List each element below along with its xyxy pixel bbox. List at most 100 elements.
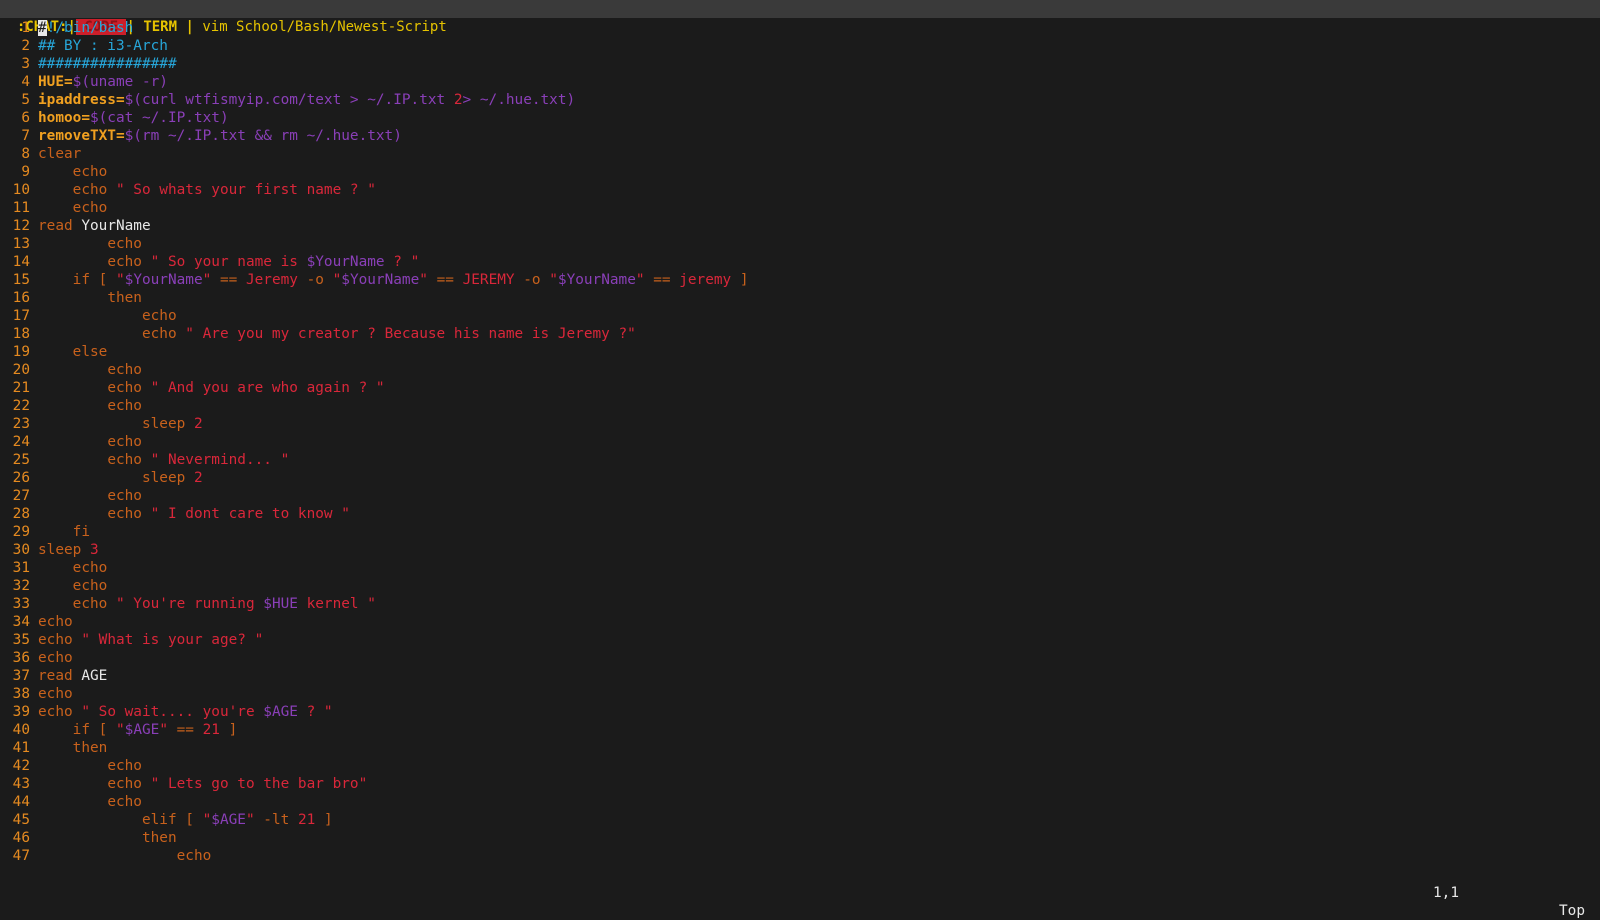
code-line[interactable]: 39 echo " So wait.... you're $AGE ? "	[0, 703, 1600, 721]
code-line[interactable]: 43 echo " Lets go to the bar bro"	[0, 775, 1600, 793]
code-token: " And you are who again ? "	[150, 380, 385, 396]
code-token: " Lets go to the bar bro"	[150, 776, 368, 792]
code-line[interactable]: 16 then	[0, 289, 1600, 307]
code-token: Jeremy	[245, 272, 298, 288]
code-line[interactable]: 47 echo	[0, 847, 1600, 865]
line-number: 25	[12, 452, 30, 468]
code-line[interactable]: 36 echo	[0, 649, 1600, 667]
code-token: echo	[176, 848, 212, 864]
code-token: sleep	[141, 416, 194, 432]
code-line[interactable]: 26 sleep 2	[0, 469, 1600, 487]
code-token: !/bin/bash	[46, 20, 134, 36]
code-line[interactable]: 31 echo	[0, 559, 1600, 577]
code-line[interactable]: 6 homoo=$(cat ~/.IP.txt)	[0, 109, 1600, 127]
code-token: " Nevermind... "	[150, 452, 290, 468]
code-line[interactable]: 1 #!/bin/bash	[0, 19, 1600, 37]
code-text: homoo=$(cat ~/.IP.txt)	[38, 110, 229, 126]
code-token: $HUE	[263, 596, 298, 612]
line-number: 16	[12, 290, 30, 306]
code-line[interactable]: 38 echo	[0, 685, 1600, 703]
code-line[interactable]: 28 echo " I dont care to know "	[0, 505, 1600, 523]
code-line[interactable]: 24 echo	[0, 433, 1600, 451]
code-token: "	[202, 272, 212, 288]
code-text: echo " Lets go to the bar bro"	[38, 776, 367, 792]
line-number: 29	[12, 524, 30, 540]
code-line[interactable]: 3 ################	[0, 55, 1600, 73]
code-line[interactable]: 35 echo " What is your age? "	[0, 631, 1600, 649]
code-token: echo	[38, 632, 82, 648]
code-line[interactable]: 18 echo " Are you my creator ? Because h…	[0, 325, 1600, 343]
code-token: jeremy	[679, 272, 732, 288]
code-line[interactable]: 23 sleep 2	[0, 415, 1600, 433]
code-line[interactable]: 21 echo " And you are who again ? "	[0, 379, 1600, 397]
vim-editor-buffer[interactable]: 1 #!/bin/bash 2 ## BY : i3-Arch 3 ###########…	[0, 19, 1600, 871]
line-number: 44	[12, 794, 30, 810]
code-token: $AGE	[263, 704, 298, 720]
code-token: echo	[38, 686, 73, 702]
code-token: " You're running	[115, 596, 264, 612]
code-token: "	[202, 812, 212, 828]
code-line[interactable]: 30 sleep 3	[0, 541, 1600, 559]
code-line[interactable]: 20 echo	[0, 361, 1600, 379]
code-line[interactable]: 29 fi	[0, 523, 1600, 541]
code-line[interactable]: 2 ## BY : i3-Arch	[0, 37, 1600, 55]
code-line[interactable]: 7 removeTXT=$(rm ~/.IP.txt && rm ~/.hue.t…	[0, 127, 1600, 145]
code-text: elif [ "$AGE" -lt 21 ]	[38, 812, 333, 828]
code-line[interactable]: 8 clear	[0, 145, 1600, 163]
code-line[interactable]: 46 then	[0, 829, 1600, 847]
code-line[interactable]: 41 then	[0, 739, 1600, 757]
code-line[interactable]: 14 echo " So your name is $YourName ? "	[0, 253, 1600, 271]
workspace-bar: :CHAT:| CODE | TERM | vim School/Bash/Ne…	[0, 0, 1600, 35]
code-line[interactable]: 5 ipaddress=$(curl wtfismyip.com/text > ~…	[0, 91, 1600, 109]
code-token: echo	[107, 362, 142, 378]
code-token: echo	[107, 758, 142, 774]
code-text: echo	[38, 308, 177, 324]
code-token: $(cat ~/.IP.txt)	[89, 110, 229, 126]
code-text: echo	[38, 488, 142, 504]
code-line[interactable]: 25 echo " Nevermind... "	[0, 451, 1600, 469]
code-text: ## BY : i3-Arch	[38, 38, 168, 54]
code-line[interactable]: 42 echo	[0, 757, 1600, 775]
code-line[interactable]: 33 echo " You're running $HUE kernel "	[0, 595, 1600, 613]
code-token: $(rm ~/.IP.txt && rm ~/.hue.txt)	[124, 128, 402, 144]
code-token: echo	[107, 236, 142, 252]
code-token: sleep	[141, 470, 194, 486]
code-text: if [ "$AGE" == 21 ]	[38, 722, 238, 738]
code-line[interactable]: 34 echo	[0, 613, 1600, 631]
code-line[interactable]: 19 else	[0, 343, 1600, 361]
code-token: echo	[72, 182, 116, 198]
code-line[interactable]: 4 HUE=$(uname -r)	[0, 73, 1600, 91]
code-line[interactable]: 12 read YourName	[0, 217, 1600, 235]
code-line[interactable]: 13 echo	[0, 235, 1600, 253]
code-text: echo	[38, 686, 73, 702]
code-line[interactable]: 37 read AGE	[0, 667, 1600, 685]
code-line[interactable]: 40 if [ "$AGE" == 21 ]	[0, 721, 1600, 739]
line-number: 9	[21, 164, 30, 180]
line-number: 4	[21, 74, 30, 90]
code-text: ################	[38, 56, 177, 72]
code-token: echo	[38, 614, 73, 630]
line-number: 33	[12, 596, 30, 612]
code-line[interactable]: 27 echo	[0, 487, 1600, 505]
code-token: echo	[38, 650, 73, 666]
code-token: ==	[644, 272, 680, 288]
code-line[interactable]: 9 echo	[0, 163, 1600, 181]
line-number: 22	[12, 398, 30, 414]
code-line[interactable]: 44 echo	[0, 793, 1600, 811]
code-text: else	[38, 344, 108, 360]
code-token: 2	[193, 416, 203, 432]
code-line[interactable]: 32 echo	[0, 577, 1600, 595]
code-line[interactable]: 22 echo	[0, 397, 1600, 415]
code-line[interactable]: 11 echo	[0, 199, 1600, 217]
code-line[interactable]: 45 elif [ "$AGE" -lt 21 ]	[0, 811, 1600, 829]
code-line[interactable]: 10 echo " So whats your first name ? "	[0, 181, 1600, 199]
code-text: echo " So your name is $YourName ? "	[38, 254, 419, 270]
code-line[interactable]: 15 if [ "$YourName" == Jeremy -o "$YourN…	[0, 271, 1600, 289]
code-line[interactable]: 17 echo	[0, 307, 1600, 325]
